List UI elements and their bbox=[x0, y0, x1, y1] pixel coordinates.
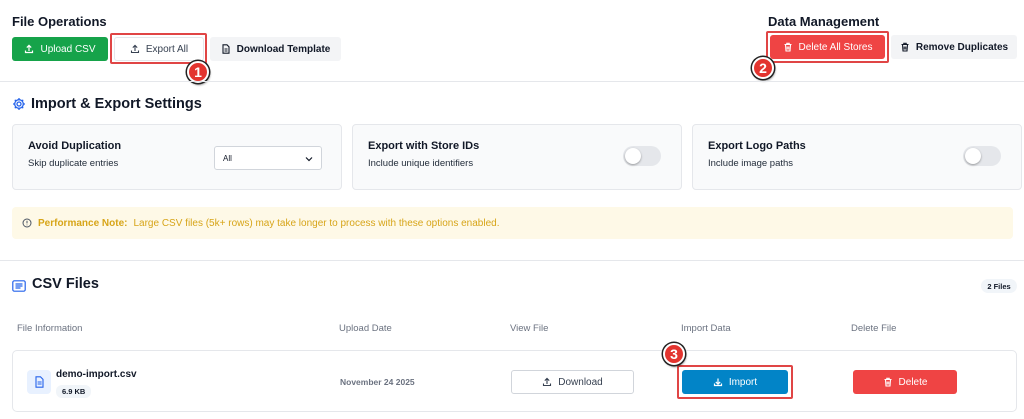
document-icon bbox=[221, 44, 231, 54]
note-text: Large CSV files (5k+ rows) may take long… bbox=[133, 217, 500, 229]
delete-label: Delete bbox=[898, 376, 928, 388]
annotation-badge-2: 2 bbox=[752, 57, 774, 79]
download-icon bbox=[542, 377, 552, 387]
store-ids-toggle[interactable] bbox=[623, 146, 661, 166]
upload-date: November 24 2025 bbox=[340, 377, 415, 387]
gear-icon bbox=[12, 97, 26, 111]
delete-all-highlight-box bbox=[766, 31, 889, 63]
setting-subtitle: Include image paths bbox=[708, 158, 794, 169]
toggle-knob bbox=[625, 148, 641, 164]
column-header-file-info: File Information bbox=[17, 323, 83, 334]
import-highlight-box bbox=[677, 365, 793, 399]
download-template-button[interactable]: Download Template bbox=[210, 37, 341, 61]
export-highlight-box bbox=[110, 33, 207, 64]
file-count-badge: 2 Files bbox=[981, 279, 1017, 293]
delete-file-button[interactable]: Delete bbox=[853, 370, 957, 394]
section-divider bbox=[0, 81, 1024, 82]
remove-duplicates-label: Remove Duplicates bbox=[915, 41, 1009, 53]
csv-manager-page: File Operations Upload CSV Export All 1 … bbox=[0, 0, 1024, 419]
trash-icon bbox=[883, 377, 893, 387]
logo-paths-toggle[interactable] bbox=[963, 146, 1001, 166]
upload-csv-label: Upload CSV bbox=[40, 43, 96, 55]
file-operations-title: File Operations bbox=[12, 14, 107, 29]
setting-card-logo-paths: Export Logo Paths Include image paths bbox=[692, 124, 1022, 190]
performance-note: Performance Note: Large CSV files (5k+ r… bbox=[12, 207, 1013, 239]
download-template-label: Download Template bbox=[236, 43, 331, 55]
setting-subtitle: Skip duplicate entries bbox=[28, 158, 119, 169]
setting-subtitle: Include unique identifiers bbox=[368, 158, 474, 169]
file-size-badge: 6.9 KB bbox=[56, 385, 92, 398]
column-header-view-file: View File bbox=[510, 323, 549, 334]
upload-icon bbox=[24, 44, 34, 54]
file-name: demo-import.csv bbox=[56, 369, 137, 380]
chevron-down-icon bbox=[304, 154, 314, 164]
list-icon bbox=[12, 279, 26, 292]
setting-title: Avoid Duplication bbox=[28, 140, 122, 152]
info-icon bbox=[22, 218, 32, 228]
duplication-select[interactable]: All bbox=[214, 146, 322, 170]
settings-title: Import & Export Settings bbox=[31, 96, 202, 112]
setting-card-avoid-duplication: Avoid Duplication Skip duplicate entries… bbox=[12, 124, 342, 190]
setting-card-store-ids: Export with Store IDs Include unique ide… bbox=[352, 124, 682, 190]
trash-icon bbox=[900, 42, 910, 52]
column-header-upload-date: Upload Date bbox=[339, 323, 392, 334]
data-management-title: Data Management bbox=[768, 14, 880, 29]
note-label: Performance Note: bbox=[38, 217, 128, 229]
section-divider bbox=[0, 260, 1024, 261]
setting-title: Export Logo Paths bbox=[708, 140, 806, 152]
setting-title: Export with Store IDs bbox=[368, 140, 480, 152]
annotation-badge-3: 3 bbox=[663, 343, 685, 365]
toggle-knob bbox=[965, 148, 981, 164]
upload-csv-button[interactable]: Upload CSV bbox=[12, 37, 108, 61]
download-file-button[interactable]: Download bbox=[511, 370, 634, 394]
remove-duplicates-button[interactable]: Remove Duplicates bbox=[891, 35, 1017, 59]
duplication-select-value: All bbox=[223, 153, 232, 163]
csv-files-title: CSV Files bbox=[32, 276, 99, 292]
column-header-delete-file: Delete File bbox=[851, 323, 897, 334]
download-label: Download bbox=[558, 376, 603, 388]
file-icon bbox=[27, 370, 51, 394]
column-header-import-data: Import Data bbox=[681, 323, 731, 334]
annotation-badge-1: 1 bbox=[187, 61, 209, 83]
